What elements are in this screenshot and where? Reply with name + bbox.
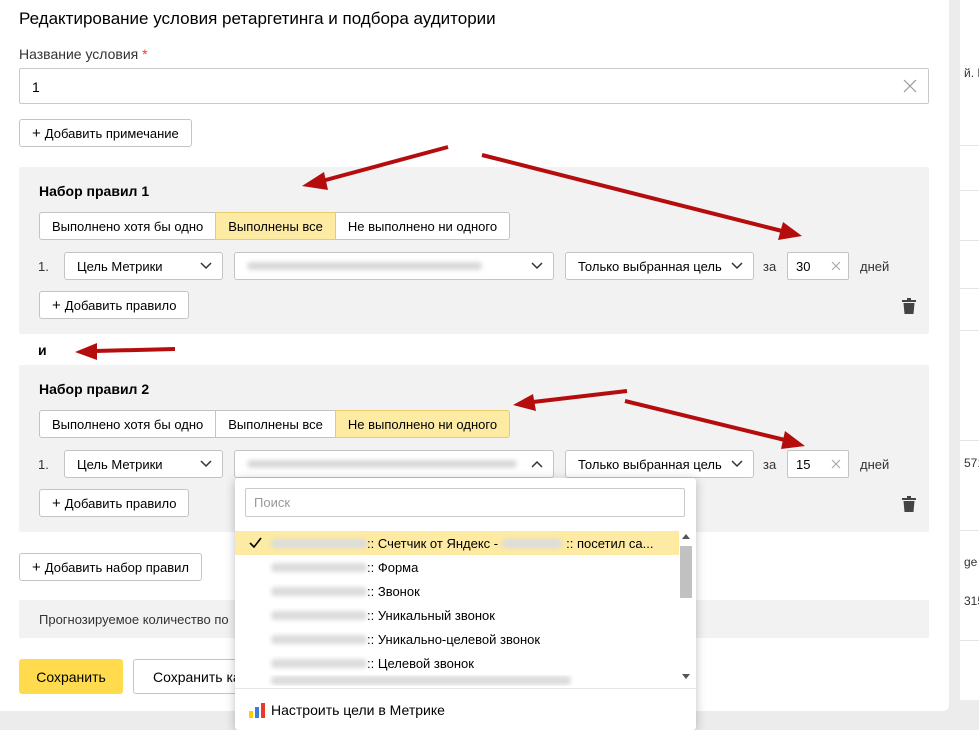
goal-scope-select[interactable]: Только выбранная цель bbox=[565, 252, 754, 280]
goal-option-partial[interactable] bbox=[235, 675, 679, 686]
add-rule-button[interactable]: + Добавить правило bbox=[39, 291, 190, 319]
forecast-label: Прогнозируемое количество по bbox=[39, 612, 229, 627]
rule-type-select[interactable]: Цель Метрики bbox=[64, 252, 223, 280]
divider bbox=[960, 145, 979, 146]
ruleset-1: Набор правил 1 Выполнено хотя бы одно Вы… bbox=[19, 167, 929, 334]
trash-icon[interactable] bbox=[902, 496, 916, 512]
goal-dropdown: :: Счетчик от Яндекс - :: посетил са... … bbox=[235, 478, 696, 730]
plus-icon: + bbox=[52, 494, 61, 512]
add-note-button[interactable]: + Добавить примечание bbox=[19, 119, 192, 147]
divider bbox=[960, 440, 979, 441]
divider bbox=[960, 240, 979, 241]
ruleset-title: Набор правил 1 bbox=[39, 183, 150, 199]
blurred-counter-name bbox=[271, 538, 367, 548]
scroll-up-icon[interactable] bbox=[682, 533, 690, 539]
rulesets-and-label: и bbox=[38, 342, 47, 358]
goal-select[interactable] bbox=[234, 252, 554, 280]
option-all[interactable]: Выполнены все bbox=[215, 212, 336, 240]
modal-title: Редактирование условия ретаргетинга и по… bbox=[19, 9, 496, 28]
add-rule-button[interactable]: + Добавить правило bbox=[39, 489, 190, 517]
background-page-fragment: й. Г 571 ge 315 bbox=[960, 0, 979, 700]
rule-number: 1. bbox=[38, 259, 49, 274]
days-input[interactable]: 15 bbox=[787, 450, 849, 478]
option-at-least-one[interactable]: Выполнено хотя бы одно bbox=[39, 212, 217, 240]
divider bbox=[960, 190, 979, 191]
blurred-goal-name bbox=[271, 676, 571, 685]
days-input[interactable]: 30 bbox=[787, 252, 849, 280]
blurred-counter-name bbox=[271, 586, 367, 596]
option-none[interactable]: Не выполнено ни одного bbox=[334, 212, 511, 240]
background-text: 315 bbox=[964, 594, 979, 608]
goal-select-open[interactable] bbox=[234, 450, 554, 478]
divider bbox=[960, 330, 979, 331]
days-label: дней bbox=[860, 457, 890, 472]
background-text: й. Г bbox=[964, 66, 979, 80]
rule-type-select[interactable]: Цель Метрики bbox=[64, 450, 223, 478]
goal-option[interactable]: :: Уникальный звонок bbox=[235, 603, 679, 627]
period-prefix: за bbox=[763, 457, 777, 472]
blurred-counter-name bbox=[271, 562, 367, 572]
chevron-up-icon bbox=[531, 460, 543, 468]
divider bbox=[960, 530, 979, 531]
scroll-down-icon[interactable] bbox=[682, 674, 690, 680]
option-at-least-one[interactable]: Выполнено хотя бы одно bbox=[39, 410, 217, 438]
trash-icon[interactable] bbox=[902, 298, 916, 314]
option-all[interactable]: Выполнены все bbox=[215, 410, 336, 438]
goal-option[interactable]: :: Звонок bbox=[235, 579, 679, 603]
blurred-goal-name bbox=[247, 262, 482, 270]
plus-icon: + bbox=[52, 296, 61, 314]
required-mark: * bbox=[142, 46, 148, 62]
clear-icon[interactable] bbox=[830, 458, 842, 470]
divider bbox=[960, 288, 979, 289]
chevron-down-icon bbox=[200, 262, 212, 270]
rule-number: 1. bbox=[38, 457, 49, 472]
clear-icon[interactable] bbox=[830, 260, 842, 272]
metrika-logo-icon bbox=[249, 702, 265, 718]
condition-name-input[interactable]: 1 bbox=[19, 68, 929, 104]
goal-option[interactable]: :: Уникально-целевой звонок bbox=[235, 627, 679, 651]
days-label: дней bbox=[860, 259, 890, 274]
checkmark-icon bbox=[249, 537, 262, 548]
blurred-counter-name bbox=[271, 658, 367, 668]
match-mode-switch: Выполнено хотя бы одно Выполнены все Не … bbox=[39, 212, 511, 240]
divider bbox=[960, 640, 979, 641]
ruleset-title: Набор правил 2 bbox=[39, 381, 150, 397]
goal-option[interactable]: :: Форма bbox=[235, 555, 679, 579]
blurred-counter-name bbox=[271, 634, 367, 644]
chevron-down-icon bbox=[731, 262, 743, 270]
configure-goals-link[interactable]: Настроить цели в Метрике bbox=[235, 688, 696, 730]
goal-scope-select[interactable]: Только выбранная цель bbox=[565, 450, 754, 478]
blurred-counter-name bbox=[271, 610, 367, 620]
clear-icon[interactable] bbox=[902, 78, 918, 94]
match-mode-switch: Выполнено хотя бы одно Выполнены все Не … bbox=[39, 410, 511, 438]
background-text: ge bbox=[964, 555, 978, 569]
option-none[interactable]: Не выполнено ни одного bbox=[334, 410, 511, 438]
save-button[interactable]: Сохранить bbox=[19, 659, 123, 694]
blurred-goal-name bbox=[247, 460, 517, 468]
goal-option[interactable]: :: Счетчик от Яндекс - :: посетил са... bbox=[235, 531, 679, 555]
background-text: 571 bbox=[964, 456, 979, 470]
plus-icon: + bbox=[32, 558, 41, 576]
chevron-down-icon bbox=[531, 262, 543, 270]
condition-name-value: 1 bbox=[32, 79, 40, 95]
scrollbar-thumb[interactable] bbox=[680, 546, 692, 598]
goal-option[interactable]: :: Целевой звонок bbox=[235, 651, 679, 675]
chevron-down-icon bbox=[200, 460, 212, 468]
add-ruleset-button[interactable]: + Добавить набор правил bbox=[19, 553, 203, 581]
blurred-counter-id bbox=[502, 538, 563, 548]
search-field[interactable] bbox=[245, 488, 685, 517]
dropdown-scrollbar[interactable] bbox=[679, 528, 693, 686]
chevron-down-icon bbox=[731, 460, 743, 468]
goal-list: :: Счетчик от Яндекс - :: посетил са... … bbox=[235, 528, 679, 686]
search-input[interactable] bbox=[246, 489, 684, 516]
condition-name-label: Название условия * bbox=[19, 46, 148, 62]
plus-icon: + bbox=[32, 124, 41, 142]
period-prefix: за bbox=[763, 259, 777, 274]
